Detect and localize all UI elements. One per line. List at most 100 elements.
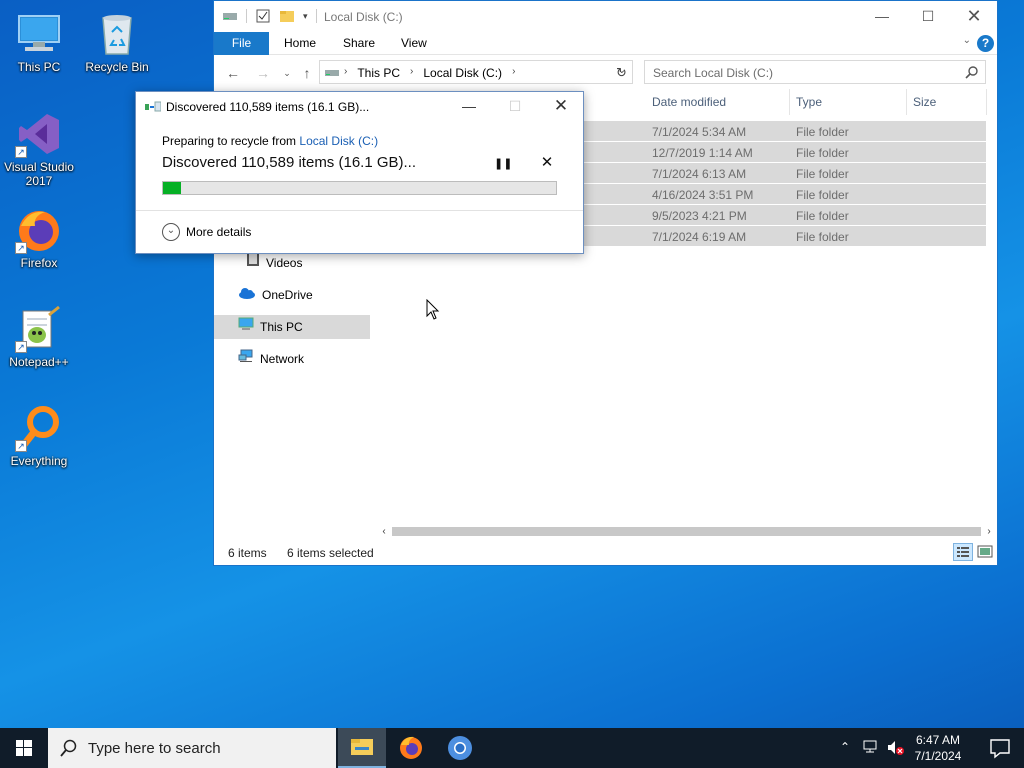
help-icon[interactable]: ? — [977, 35, 994, 52]
nav-item-onedrive[interactable]: OneDrive — [238, 283, 313, 307]
desktop-icon-this-pc[interactable]: This PC — [0, 10, 78, 74]
windows-logo-icon — [16, 740, 32, 756]
explorer-titlebar[interactable]: ▾ Local Disk (C:) — ☐ ✕ — [214, 1, 997, 32]
nav-item-label: Network — [260, 352, 305, 366]
back-arrow-icon[interactable]: ← — [224, 64, 242, 82]
nav-item-label: OneDrive — [262, 288, 313, 302]
tab-share[interactable]: Share — [329, 32, 389, 55]
taskbar-chromium[interactable] — [436, 728, 484, 768]
network-status-icon[interactable] — [862, 740, 878, 757]
recycle-progress-dialog: Discovered 110,589 items (16.1 GB)... — … — [135, 91, 584, 254]
horizontal-scrollbar[interactable]: ‹ › — [376, 523, 997, 540]
column-headers: Date modified Type Size — [580, 89, 997, 115]
shortcut-arrow-icon: ↗ — [15, 146, 27, 158]
maximize-button[interactable]: ☐ — [905, 1, 951, 32]
large-icons-view-icon[interactable] — [977, 545, 993, 562]
forward-arrow-icon[interactable]: → — [254, 64, 272, 82]
desktop-icon-recycle-bin[interactable]: Recycle Bin — [78, 10, 156, 74]
column-date-modified[interactable]: Date modified — [646, 89, 790, 115]
properties-checkbox-icon[interactable] — [255, 8, 271, 24]
breadcrumb-chevron-icon: › — [512, 66, 516, 77]
up-arrow-icon[interactable]: ↑ — [298, 64, 316, 82]
firefox-icon: ↗ — [15, 206, 63, 254]
notepad-plus-plus-icon: ↗ — [15, 305, 63, 353]
file-row[interactable]: 7/1/2024 6:13 AM File folder — [580, 163, 986, 184]
search-box[interactable]: Search Local Disk (C:) — [644, 60, 986, 84]
file-row[interactable]: 4/16/2024 3:51 PM File folder — [580, 184, 986, 205]
column-size[interactable]: Size — [907, 89, 987, 115]
network-icon — [238, 347, 254, 371]
dialog-title: Discovered 110,589 items (16.1 GB)... — [166, 100, 370, 114]
more-details-label: More details — [186, 225, 252, 239]
desktop-icon-visual-studio[interactable]: ↗ Visual Studio 2017 — [0, 110, 78, 188]
ribbon-tabs: File Home Share View ⌄ ? — [214, 32, 997, 55]
shortcut-arrow-icon: ↗ — [15, 440, 27, 452]
nav-item-videos[interactable]: Videos — [246, 251, 302, 275]
show-hidden-icons-chevron-icon[interactable]: ⌃ — [840, 740, 850, 754]
file-row[interactable]: 7/1/2024 5:34 AM File folder — [580, 121, 986, 142]
details-view-icon[interactable] — [953, 543, 973, 561]
taskbar-search-placeholder: Type here to search — [88, 740, 221, 757]
desktop-icon-notepad-plus-plus[interactable]: ↗ Notepad++ — [0, 305, 78, 369]
recent-locations-chevron-icon[interactable]: ⌄ — [278, 64, 296, 82]
address-bar[interactable]: › This PC › Local Disk (C:) › ⌄ — [319, 60, 633, 84]
progress-bar — [162, 181, 557, 195]
tab-home[interactable]: Home — [270, 32, 330, 55]
nav-item-label: This PC — [260, 320, 303, 334]
file-row[interactable]: 9/5/2023 4:21 PM File folder — [580, 205, 986, 226]
desktop-icon-label: Notepad++ — [9, 355, 69, 369]
breadcrumb-this-pc[interactable]: This PC — [357, 66, 400, 80]
shortcut-arrow-icon: ↗ — [15, 341, 27, 353]
taskbar-clock[interactable]: 6:47 AM 7/1/2024 — [908, 732, 968, 764]
source-location-link[interactable]: Local Disk (C:) — [299, 134, 378, 148]
expand-ribbon-icon[interactable]: ⌄ — [963, 35, 971, 46]
scrollbar-thumb[interactable] — [392, 527, 981, 536]
breadcrumb-chevron-icon: › — [344, 66, 348, 77]
volume-muted-icon[interactable] — [886, 740, 904, 759]
start-button[interactable] — [0, 728, 48, 768]
visual-studio-icon: ↗ — [15, 110, 63, 158]
desktop-icon-firefox[interactable]: ↗ Firefox — [0, 206, 78, 270]
close-button[interactable]: ✕ — [951, 1, 997, 32]
minimize-button[interactable]: — — [859, 1, 905, 32]
desktop-icon-label: Firefox — [20, 256, 58, 270]
refresh-icon[interactable]: ↻ — [616, 65, 627, 81]
customize-dropdown-icon[interactable]: ▾ — [303, 11, 308, 22]
column-type[interactable]: Type — [790, 89, 907, 115]
dialog-minimize-button[interactable]: — — [446, 92, 492, 120]
desktop-icon-everything[interactable]: ↗ Everything — [0, 404, 78, 468]
breadcrumb-local-disk[interactable]: Local Disk (C:) — [423, 66, 502, 80]
divider — [136, 210, 583, 211]
nav-item-this-pc[interactable]: This PC — [214, 315, 370, 339]
more-details-toggle[interactable]: ⌄ More details — [162, 223, 251, 241]
nav-item-network[interactable]: Network — [238, 347, 304, 371]
progress-status-text: Discovered 110,589 items (16.1 GB)... — [162, 154, 417, 171]
operation-description: Preparing to recycle from Local Disk (C:… — [162, 134, 378, 148]
pause-icon[interactable]: ❚❚ — [494, 156, 512, 172]
everything-search-icon: ↗ — [15, 404, 63, 452]
action-center-icon[interactable] — [976, 728, 1024, 768]
taskbar-file-explorer[interactable] — [338, 728, 386, 768]
desktop-icon-label: This PC — [17, 60, 61, 74]
date-modified: 9/5/2023 4:21 PM — [652, 209, 747, 223]
file-operation-icon — [145, 101, 162, 114]
file-list: 7/1/2024 5:34 AM File folder 12/7/2019 1:… — [580, 121, 986, 247]
item-count: 6 items — [228, 546, 267, 560]
chevron-down-icon: ⌄ — [162, 223, 180, 241]
computer-icon — [238, 315, 254, 339]
desktop-icon-label: Visual Studio 2017 — [4, 160, 74, 188]
taskbar-search-box[interactable]: Type here to search — [48, 728, 336, 768]
tab-view[interactable]: View — [387, 32, 441, 55]
tab-file[interactable]: File — [214, 32, 269, 55]
cancel-operation-icon[interactable]: ✕ — [539, 155, 555, 171]
dialog-close-button[interactable]: ✕ — [538, 92, 584, 120]
scroll-left-arrow-icon[interactable]: ‹ — [376, 523, 392, 540]
date-modified: 7/1/2024 6:13 AM — [652, 167, 747, 181]
file-row[interactable]: 7/1/2024 6:19 AM File folder — [580, 226, 986, 247]
file-type: File folder — [796, 230, 849, 244]
scroll-right-arrow-icon[interactable]: › — [981, 523, 997, 540]
file-row[interactable]: 12/7/2019 1:14 AM File folder — [580, 142, 986, 163]
new-folder-icon[interactable] — [279, 8, 295, 24]
taskbar-firefox[interactable] — [387, 728, 435, 768]
shortcut-arrow-icon: ↗ — [15, 242, 27, 254]
